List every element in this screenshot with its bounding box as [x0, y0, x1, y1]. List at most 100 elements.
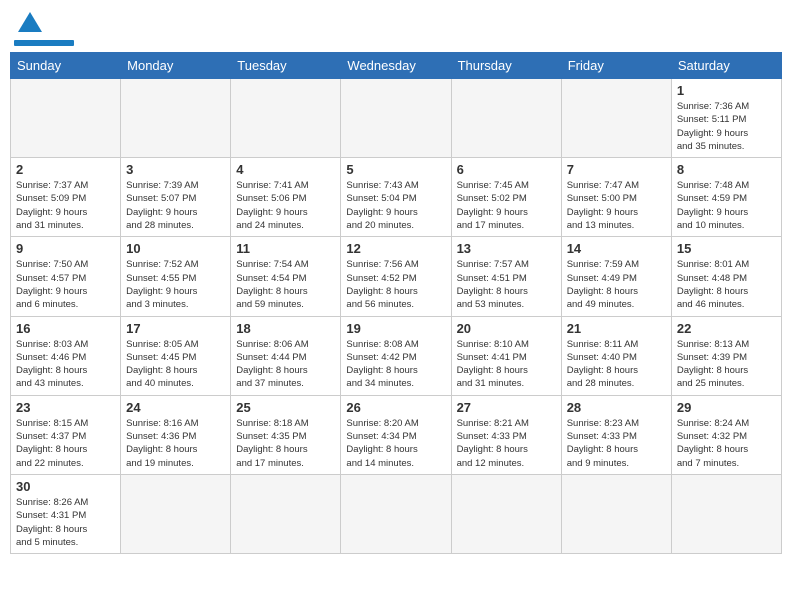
- day-info: Sunrise: 8:06 AM Sunset: 4:44 PM Dayligh…: [236, 338, 335, 391]
- calendar-cell: [121, 79, 231, 158]
- calendar-cell: [561, 474, 671, 553]
- calendar-cell: 18Sunrise: 8:06 AM Sunset: 4:44 PM Dayli…: [231, 316, 341, 395]
- day-number: 5: [346, 162, 445, 177]
- day-info: Sunrise: 8:08 AM Sunset: 4:42 PM Dayligh…: [346, 338, 445, 391]
- day-info: Sunrise: 8:05 AM Sunset: 4:45 PM Dayligh…: [126, 338, 225, 391]
- calendar-cell: [341, 79, 451, 158]
- day-info: Sunrise: 7:52 AM Sunset: 4:55 PM Dayligh…: [126, 258, 225, 311]
- calendar-cell: [341, 474, 451, 553]
- calendar-cell: 10 Sunrise: 7:52 AM Sunset: 4:55 PM Dayli…: [121, 237, 231, 316]
- day-info: Sunrise: 8:20 AM Sunset: 4:34 PM Dayligh…: [346, 417, 445, 470]
- day-info: Sunrise: 7:48 AM Sunset: 4:59 PM Dayligh…: [677, 179, 776, 232]
- day-number: 25: [236, 400, 335, 415]
- calendar-week-row: 23Sunrise: 8:15 AM Sunset: 4:37 PM Dayli…: [11, 395, 782, 474]
- day-number: 4: [236, 162, 335, 177]
- calendar-week-row: 16 Sunrise: 8:03 AM Sunset: 4:46 PM Dayli…: [11, 316, 782, 395]
- page-header: [10, 10, 782, 46]
- day-info: Sunrise: 7:50 AM Sunset: 4:57 PM Dayligh…: [16, 258, 115, 311]
- day-number: 1: [677, 83, 776, 98]
- day-number: 13: [457, 241, 556, 256]
- day-info: Sunrise: 8:15 AM Sunset: 4:37 PM Dayligh…: [16, 417, 115, 470]
- day-number: 19: [346, 321, 445, 336]
- day-number: 26: [346, 400, 445, 415]
- calendar-cell: 3 Sunrise: 7:39 AM Sunset: 5:07 PM Daylig…: [121, 158, 231, 237]
- calendar-cell: [231, 79, 341, 158]
- weekday-header-saturday: Saturday: [671, 53, 781, 79]
- day-number: 22: [677, 321, 776, 336]
- day-number: 8: [677, 162, 776, 177]
- calendar-cell: 17 Sunrise: 8:05 AM Sunset: 4:45 PM Dayli…: [121, 316, 231, 395]
- calendar-cell: 26 Sunrise: 8:20 AM Sunset: 4:34 PM Dayli…: [341, 395, 451, 474]
- calendar-cell: 27Sunrise: 8:21 AM Sunset: 4:33 PM Dayli…: [451, 395, 561, 474]
- day-info: Sunrise: 8:26 AM Sunset: 4:31 PM Dayligh…: [16, 496, 115, 549]
- logo-bar: [14, 40, 74, 46]
- day-info: Sunrise: 7:37 AM Sunset: 5:09 PM Dayligh…: [16, 179, 115, 232]
- calendar-cell: 15Sunrise: 8:01 AM Sunset: 4:48 PM Dayli…: [671, 237, 781, 316]
- calendar-cell: 19 Sunrise: 8:08 AM Sunset: 4:42 PM Dayli…: [341, 316, 451, 395]
- calendar-cell: 4 Sunrise: 7:41 AM Sunset: 5:06 PM Daylig…: [231, 158, 341, 237]
- calendar-cell: 20Sunrise: 8:10 AM Sunset: 4:41 PM Dayli…: [451, 316, 561, 395]
- day-info: Sunrise: 7:39 AM Sunset: 5:07 PM Dayligh…: [126, 179, 225, 232]
- day-number: 24: [126, 400, 225, 415]
- weekday-header-friday: Friday: [561, 53, 671, 79]
- calendar-header-row: SundayMondayTuesdayWednesdayThursdayFrid…: [11, 53, 782, 79]
- day-info: Sunrise: 7:57 AM Sunset: 4:51 PM Dayligh…: [457, 258, 556, 311]
- day-info: Sunrise: 7:41 AM Sunset: 5:06 PM Dayligh…: [236, 179, 335, 232]
- day-number: 2: [16, 162, 115, 177]
- calendar-cell: 23Sunrise: 8:15 AM Sunset: 4:37 PM Dayli…: [11, 395, 121, 474]
- calendar-table: SundayMondayTuesdayWednesdayThursdayFrid…: [10, 52, 782, 554]
- day-info: Sunrise: 8:13 AM Sunset: 4:39 PM Dayligh…: [677, 338, 776, 391]
- day-info: Sunrise: 7:59 AM Sunset: 4:49 PM Dayligh…: [567, 258, 666, 311]
- calendar-cell: 7 Sunrise: 7:47 AM Sunset: 5:00 PM Daylig…: [561, 158, 671, 237]
- calendar-cell: 24 Sunrise: 8:16 AM Sunset: 4:36 PM Dayli…: [121, 395, 231, 474]
- day-info: Sunrise: 8:18 AM Sunset: 4:35 PM Dayligh…: [236, 417, 335, 470]
- day-info: Sunrise: 8:11 AM Sunset: 4:40 PM Dayligh…: [567, 338, 666, 391]
- day-info: Sunrise: 7:43 AM Sunset: 5:04 PM Dayligh…: [346, 179, 445, 232]
- day-info: Sunrise: 8:10 AM Sunset: 4:41 PM Dayligh…: [457, 338, 556, 391]
- day-number: 16: [16, 321, 115, 336]
- day-number: 7: [567, 162, 666, 177]
- day-number: 29: [677, 400, 776, 415]
- day-number: 14: [567, 241, 666, 256]
- calendar-cell: 5 Sunrise: 7:43 AM Sunset: 5:04 PM Daylig…: [341, 158, 451, 237]
- calendar-cell: 25 Sunrise: 8:18 AM Sunset: 4:35 PM Dayli…: [231, 395, 341, 474]
- calendar-cell: 13 Sunrise: 7:57 AM Sunset: 4:51 PM Dayli…: [451, 237, 561, 316]
- calendar-cell: [671, 474, 781, 553]
- logo: [14, 10, 74, 46]
- day-info: Sunrise: 7:56 AM Sunset: 4:52 PM Dayligh…: [346, 258, 445, 311]
- weekday-header-monday: Monday: [121, 53, 231, 79]
- day-number: 17: [126, 321, 225, 336]
- day-number: 11: [236, 241, 335, 256]
- day-info: Sunrise: 8:21 AM Sunset: 4:33 PM Dayligh…: [457, 417, 556, 470]
- day-number: 12: [346, 241, 445, 256]
- day-number: 3: [126, 162, 225, 177]
- day-info: Sunrise: 7:47 AM Sunset: 5:00 PM Dayligh…: [567, 179, 666, 232]
- calendar-cell: 11Sunrise: 7:54 AM Sunset: 4:54 PM Dayli…: [231, 237, 341, 316]
- calendar-cell: 28Sunrise: 8:23 AM Sunset: 4:33 PM Dayli…: [561, 395, 671, 474]
- day-number: 10: [126, 241, 225, 256]
- day-info: Sunrise: 8:16 AM Sunset: 4:36 PM Dayligh…: [126, 417, 225, 470]
- calendar-cell: 16 Sunrise: 8:03 AM Sunset: 4:46 PM Dayli…: [11, 316, 121, 395]
- day-info: Sunrise: 8:24 AM Sunset: 4:32 PM Dayligh…: [677, 417, 776, 470]
- calendar-week-row: 2 Sunrise: 7:37 AM Sunset: 5:09 PM Daylig…: [11, 158, 782, 237]
- day-info: Sunrise: 8:03 AM Sunset: 4:46 PM Dayligh…: [16, 338, 115, 391]
- day-number: 21: [567, 321, 666, 336]
- day-number: 9: [16, 241, 115, 256]
- calendar-cell: [11, 79, 121, 158]
- weekday-header-thursday: Thursday: [451, 53, 561, 79]
- day-info: Sunrise: 8:01 AM Sunset: 4:48 PM Dayligh…: [677, 258, 776, 311]
- calendar-cell: [451, 79, 561, 158]
- calendar-cell: 30 Sunrise: 8:26 AM Sunset: 4:31 PM Dayli…: [11, 474, 121, 553]
- calendar-cell: [561, 79, 671, 158]
- logo-icon: [16, 10, 44, 38]
- weekday-header-sunday: Sunday: [11, 53, 121, 79]
- calendar-cell: 22 Sunrise: 8:13 AM Sunset: 4:39 PM Dayli…: [671, 316, 781, 395]
- calendar-cell: [121, 474, 231, 553]
- day-number: 30: [16, 479, 115, 494]
- weekday-header-wednesday: Wednesday: [341, 53, 451, 79]
- calendar-cell: 2 Sunrise: 7:37 AM Sunset: 5:09 PM Daylig…: [11, 158, 121, 237]
- day-info: Sunrise: 7:45 AM Sunset: 5:02 PM Dayligh…: [457, 179, 556, 232]
- calendar-cell: [231, 474, 341, 553]
- day-number: 28: [567, 400, 666, 415]
- calendar-cell: 6Sunrise: 7:45 AM Sunset: 5:02 PM Daylig…: [451, 158, 561, 237]
